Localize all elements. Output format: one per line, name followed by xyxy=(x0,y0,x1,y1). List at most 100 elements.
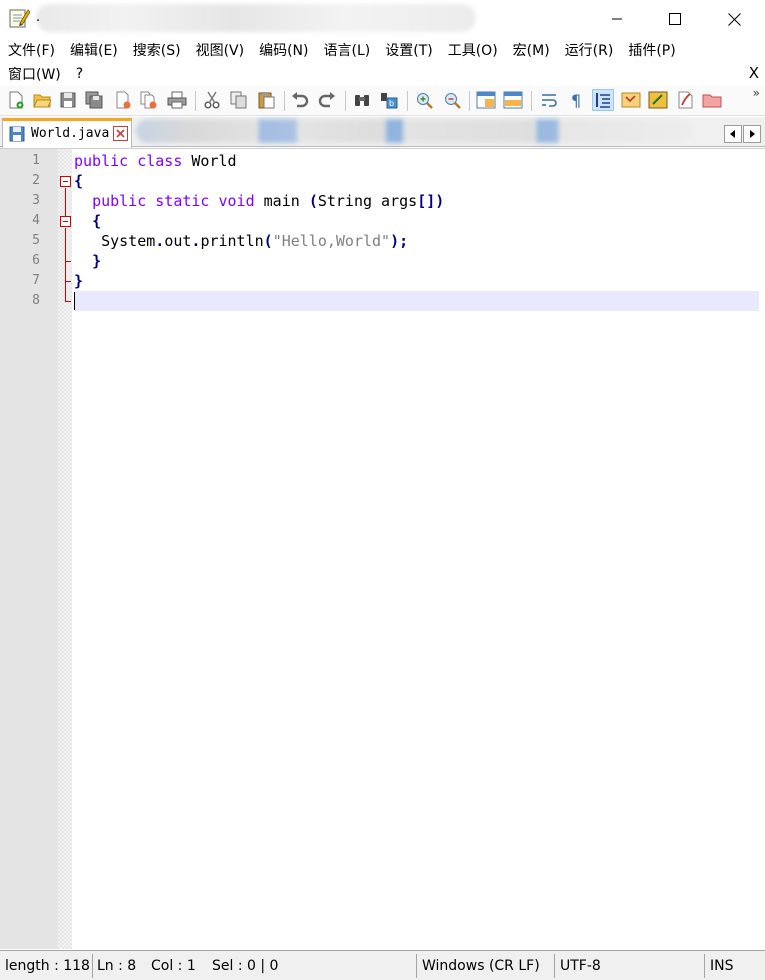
toolbar-separator xyxy=(531,91,532,111)
close-document-button[interactable]: X xyxy=(749,64,759,82)
menu-window[interactable]: 窗口(W) xyxy=(0,64,68,84)
sync-horizontal-button[interactable] xyxy=(502,89,524,111)
menu-file[interactable]: 文件(F) xyxy=(0,40,62,60)
saved-file-icon xyxy=(9,126,25,142)
undo-button[interactable] xyxy=(289,89,311,111)
document-map-button[interactable] xyxy=(620,89,642,111)
folder-workspace-button[interactable] xyxy=(674,89,696,111)
menu-settings[interactable]: 设置(T) xyxy=(377,40,439,60)
keyword-public: public xyxy=(74,152,129,170)
menu-view[interactable]: 视图(V) xyxy=(188,40,252,60)
save-all-button[interactable] xyxy=(83,89,105,111)
tab-bar: World.java xyxy=(0,117,765,148)
line-number: 6 xyxy=(32,253,40,268)
fold-toggle[interactable] xyxy=(60,216,71,227)
status-insert-mode[interactable]: INS xyxy=(710,951,734,980)
status-column: Col : 1 xyxy=(151,958,196,974)
code-line-3: public static void main (String args[]) xyxy=(92,192,445,210)
new-file-button[interactable] xyxy=(5,89,27,111)
triangle-left-icon xyxy=(730,130,735,138)
zoom-out-button[interactable] xyxy=(441,89,463,111)
tab-world-java[interactable]: World.java xyxy=(2,118,132,148)
copy-icon xyxy=(230,91,247,109)
menu-row-2: 窗口(W) ? xyxy=(0,62,90,86)
close-file-button[interactable] xyxy=(112,89,134,111)
toolbar: b ¶ » xyxy=(0,86,765,116)
zoom-in-icon xyxy=(417,93,433,109)
replace-button[interactable]: b xyxy=(378,89,400,111)
tab-scroll-left-button[interactable] xyxy=(724,125,742,143)
line-number: 4 xyxy=(32,213,40,228)
toolbar-overflow-button[interactable]: » xyxy=(753,86,760,100)
other-tabs-obscured xyxy=(136,119,692,143)
document-map-icon xyxy=(621,92,641,108)
print-button[interactable] xyxy=(166,89,188,111)
folder-workspace-icon xyxy=(678,91,693,109)
tab-scroll-right-button[interactable] xyxy=(743,125,761,143)
line-number: 8 xyxy=(32,293,40,308)
menu-search[interactable]: 搜索(S) xyxy=(125,40,188,60)
menu-encoding[interactable]: 编码(N) xyxy=(251,40,315,60)
replace-icon: b xyxy=(381,93,398,109)
show-all-chars-button[interactable]: ¶ xyxy=(565,89,587,111)
toolbar-separator xyxy=(284,91,285,111)
maximize-button[interactable] xyxy=(646,0,704,38)
tab-close-icon[interactable] xyxy=(113,126,128,141)
code-editor[interactable]: 1 2 3 4 5 6 7 8 public class World { pub… xyxy=(0,148,765,949)
menu-help[interactable]: ? xyxy=(68,66,90,82)
current-line-highlight xyxy=(74,291,759,311)
sync-vertical-button[interactable] xyxy=(475,89,497,111)
pilcrow-icon: ¶ xyxy=(571,91,581,109)
menu-plugins[interactable]: 插件(P) xyxy=(620,40,682,60)
undo-icon xyxy=(292,92,309,108)
paste-button[interactable] xyxy=(255,89,277,111)
status-eol-format[interactable]: Windows (CR LF) xyxy=(422,951,540,980)
zoom-in-button[interactable] xyxy=(413,89,435,111)
line-number: 1 xyxy=(32,153,40,168)
paste-icon xyxy=(258,92,275,109)
menu-language[interactable]: 语言(L) xyxy=(316,40,378,60)
menu-edit[interactable]: 编辑(E) xyxy=(62,40,125,60)
print-icon xyxy=(167,91,187,109)
toolbar-separator xyxy=(407,91,408,111)
code-line-5: System.out.println("Hello,World"); xyxy=(74,232,409,250)
fold-toggle[interactable] xyxy=(60,176,71,187)
save-icon xyxy=(60,92,76,108)
menu-run[interactable]: 运行(R) xyxy=(557,40,621,60)
toolbar-separator xyxy=(345,91,346,111)
cut-icon xyxy=(204,91,220,109)
keyword-class: class xyxy=(137,152,183,170)
status-encoding[interactable]: UTF-8 xyxy=(560,951,601,980)
function-list-icon xyxy=(648,91,668,109)
cut-button[interactable] xyxy=(201,89,223,111)
menu-macro[interactable]: 宏(M) xyxy=(505,40,557,60)
status-line: Ln : 8 xyxy=(97,958,137,974)
notepad-app-icon xyxy=(9,9,30,28)
menu-tools[interactable]: 工具(O) xyxy=(440,40,505,60)
zoom-out-icon xyxy=(445,93,461,109)
word-wrap-button[interactable] xyxy=(538,89,560,111)
status-divider xyxy=(704,954,705,978)
close-file-icon xyxy=(116,91,131,109)
find-button[interactable] xyxy=(351,89,373,111)
text-caret xyxy=(74,292,75,310)
save-button[interactable] xyxy=(57,89,79,111)
fold-line xyxy=(65,188,66,217)
close-all-button[interactable] xyxy=(138,89,160,111)
function-list-button[interactable] xyxy=(647,89,669,111)
indent-guide-button[interactable] xyxy=(592,89,614,111)
save-all-icon xyxy=(85,91,103,109)
maximize-icon xyxy=(669,13,681,25)
redo-button[interactable] xyxy=(316,89,338,111)
code-line-1: public class World xyxy=(74,152,237,170)
window-title-obscured xyxy=(36,4,476,32)
line-number: 3 xyxy=(32,193,40,208)
close-window-button[interactable] xyxy=(705,0,763,38)
copy-button[interactable] xyxy=(228,89,250,111)
new-file-icon xyxy=(9,91,24,109)
minimize-button[interactable] xyxy=(588,0,646,38)
open-file-button[interactable] xyxy=(31,89,53,111)
close-all-icon xyxy=(140,91,157,109)
fold-line xyxy=(65,228,66,301)
monitoring-button[interactable] xyxy=(701,89,723,111)
